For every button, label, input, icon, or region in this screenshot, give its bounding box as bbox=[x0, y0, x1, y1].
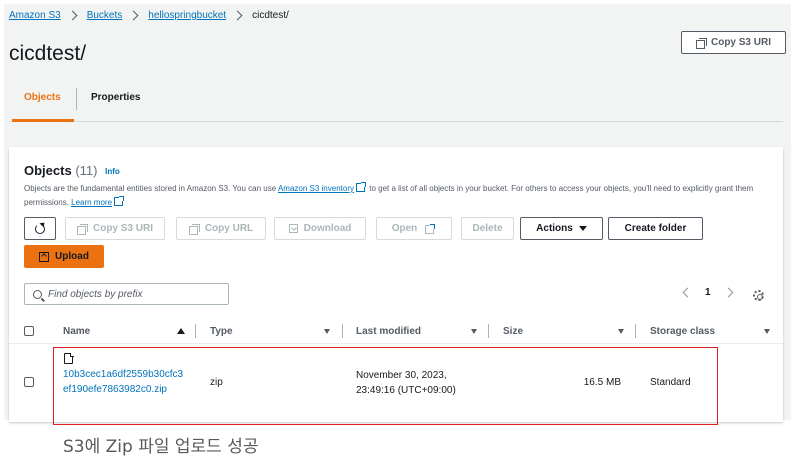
info-link[interactable]: Info bbox=[105, 167, 120, 176]
column-storage-class[interactable]: Storage class bbox=[650, 326, 715, 337]
copy-url-label: Copy URL bbox=[204, 223, 254, 234]
copy-s3-uri-button[interactable]: Copy S3 URI bbox=[681, 31, 786, 54]
column-divider bbox=[195, 324, 196, 338]
objects-heading: Objects (11) Info bbox=[24, 163, 120, 178]
open-label: Open bbox=[391, 223, 418, 234]
breadcrumb-buckets[interactable]: Buckets bbox=[87, 10, 123, 21]
delete-button[interactable]: Delete bbox=[461, 217, 514, 240]
objects-count: (11) bbox=[75, 163, 98, 178]
actions-dropdown[interactable]: Actions bbox=[520, 217, 603, 240]
gear-icon[interactable] bbox=[753, 290, 764, 301]
copy-icon bbox=[188, 223, 200, 235]
current-page[interactable]: 1 bbox=[705, 287, 711, 298]
highlight-box bbox=[53, 347, 718, 425]
sort-icon[interactable] bbox=[618, 329, 624, 334]
copy-s3-uri-label: Copy S3 URI bbox=[710, 37, 771, 48]
refresh-icon bbox=[35, 223, 45, 234]
column-type[interactable]: Type bbox=[210, 326, 233, 337]
objects-title: Objects bbox=[24, 163, 72, 178]
sort-ascending-icon[interactable] bbox=[177, 328, 185, 334]
sort-icon[interactable] bbox=[764, 329, 770, 334]
breadcrumb-amazon-s3[interactable]: Amazon S3 bbox=[9, 10, 61, 21]
external-link-icon bbox=[356, 182, 366, 192]
search-input[interactable] bbox=[48, 288, 218, 300]
learn-more-link[interactable]: Learn more bbox=[71, 198, 112, 207]
sort-icon[interactable] bbox=[471, 329, 477, 334]
search-box bbox=[24, 283, 229, 305]
chevron-right-icon[interactable] bbox=[723, 287, 734, 298]
external-link-icon bbox=[425, 224, 436, 234]
refresh-button[interactable] bbox=[24, 217, 56, 240]
download-button[interactable]: Download bbox=[274, 217, 366, 240]
tab-properties[interactable]: Properties bbox=[91, 92, 140, 103]
s3-inventory-link[interactable]: Amazon S3 inventory bbox=[278, 184, 354, 193]
chevron-left-icon[interactable] bbox=[682, 287, 693, 298]
open-button[interactable]: Open bbox=[376, 217, 452, 240]
select-all-checkbox[interactable] bbox=[24, 326, 34, 336]
create-folder-label: Create folder bbox=[624, 223, 687, 234]
search-icon bbox=[33, 289, 42, 299]
chevron-right-icon bbox=[232, 10, 243, 21]
objects-description: Objects are the fundamental entities sto… bbox=[24, 182, 774, 210]
upload-label: Upload bbox=[55, 251, 89, 262]
column-last-modified[interactable]: Last modified bbox=[356, 326, 421, 337]
copy-s3-uri-button-list[interactable]: Copy S3 URI bbox=[65, 217, 165, 240]
page-title: cicdtest/ bbox=[9, 42, 87, 65]
column-size[interactable]: Size bbox=[503, 326, 523, 337]
active-tab-indicator bbox=[12, 119, 74, 122]
copy-url-button[interactable]: Copy URL bbox=[176, 217, 266, 240]
column-divider bbox=[342, 324, 343, 338]
external-link-icon bbox=[114, 196, 125, 206]
copy-icon bbox=[76, 223, 88, 235]
tab-bar: Objects Properties bbox=[9, 80, 783, 122]
breadcrumb-current: cicdtest/ bbox=[252, 10, 289, 21]
copy-icon bbox=[695, 37, 707, 49]
actions-label: Actions bbox=[536, 223, 573, 234]
table-header: Name Type Last modified Size Storage cla… bbox=[9, 319, 783, 344]
row-checkbox[interactable] bbox=[24, 377, 34, 387]
delete-label: Delete bbox=[472, 223, 503, 234]
sort-icon[interactable] bbox=[324, 329, 330, 334]
caret-down-icon bbox=[578, 226, 587, 231]
upload-icon bbox=[39, 251, 50, 262]
copy-s3-uri-label: Copy S3 URI bbox=[92, 223, 153, 234]
caption: S3에 Zip 파일 업로드 성공 bbox=[63, 437, 259, 457]
breadcrumb: Amazon S3 Buckets hellospringbucket cicd… bbox=[9, 10, 289, 21]
download-label: Download bbox=[303, 223, 352, 234]
create-folder-button[interactable]: Create folder bbox=[608, 217, 703, 240]
column-divider bbox=[488, 324, 489, 338]
pagination: 1 bbox=[682, 287, 734, 298]
column-divider bbox=[635, 324, 636, 338]
upload-button[interactable]: Upload bbox=[24, 245, 104, 268]
tab-divider bbox=[76, 88, 77, 110]
tab-objects[interactable]: Objects bbox=[24, 92, 61, 103]
desc-prefix: Objects are the fundamental entities sto… bbox=[24, 184, 278, 193]
chevron-right-icon bbox=[128, 10, 139, 21]
download-icon bbox=[288, 224, 298, 233]
column-name[interactable]: Name bbox=[63, 326, 90, 337]
chevron-right-icon bbox=[67, 10, 78, 21]
breadcrumb-bucket[interactable]: hellospringbucket bbox=[148, 10, 226, 21]
